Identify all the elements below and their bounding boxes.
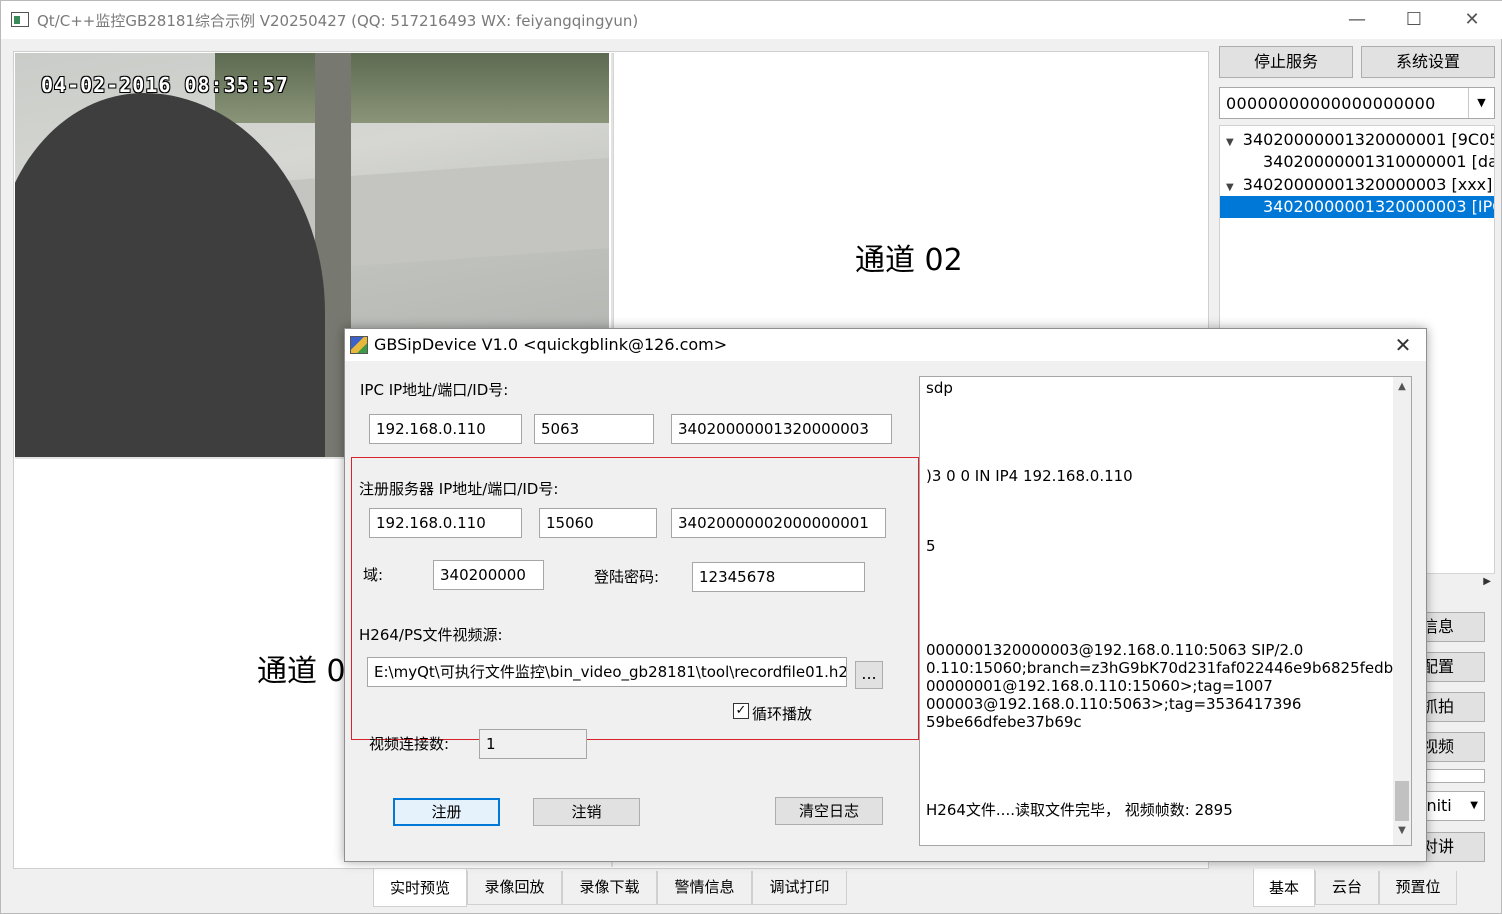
side-button-label: 抓拍	[1425, 697, 1455, 716]
server-id-field[interactable]: 34020000002000000001	[671, 508, 886, 538]
tree-item-label: 34020000001320000001 [9C050	[1242, 130, 1495, 149]
minimize-button[interactable]: —	[1328, 1, 1386, 39]
ipc-id-field[interactable]: 34020000001320000003	[671, 414, 892, 444]
tree-item-label: 34020000001320000003 [xxx]	[1242, 175, 1493, 194]
side-button-label: 对讲	[1425, 837, 1455, 856]
video-source-label: H264/PS文件视频源:	[359, 626, 503, 644]
chevron-down-icon[interactable]: ▼	[1468, 88, 1494, 118]
log-line: sdp	[926, 379, 953, 397]
log-line: )3 0 0 IN IP4 192.168.0.110	[926, 467, 1133, 485]
window-title: Qt/C++监控GB28181综合示例 V20250427 (QQ: 51721…	[37, 12, 639, 30]
tab-live-preview[interactable]: 实时预览	[373, 869, 467, 907]
side-combo[interactable]: initi ▼	[1425, 791, 1485, 821]
tree-item-label: 34020000001310000001 [dah	[1263, 152, 1495, 171]
ipc-label: IPC IP地址/端口/ID号:	[360, 381, 509, 399]
system-settings-button[interactable]: 系统设置	[1361, 46, 1495, 78]
log-vertical-scrollbar[interactable]: ▲ ▼	[1393, 377, 1411, 845]
side-video-button[interactable]: 视频	[1425, 732, 1485, 762]
device-id-value: 00000000000000000000	[1226, 94, 1436, 113]
dialog-title: GBSipDevice V1.0 <quickgblink@126.com>	[374, 335, 728, 354]
tree-item[interactable]: ▼ 34020000001320000001 [9C050	[1220, 129, 1495, 151]
dialog-app-icon	[350, 336, 368, 354]
ipc-ip-field[interactable]: 192.168.0.110	[369, 414, 522, 444]
log-textarea[interactable]: sdp )3 0 0 IN IP4 192.168.0.110 5 000000…	[919, 376, 1412, 846]
scroll-right-icon[interactable]: ▶	[1483, 576, 1491, 587]
tab-basic[interactable]: 基本	[1253, 869, 1315, 907]
tab-debug[interactable]: 调试打印	[752, 871, 847, 905]
video-source-path-field[interactable]: E:\myQt\可执行文件监控\bin_video_gb28181\tool\r…	[367, 657, 847, 687]
video-timestamp: 04-02-2016 08:35:57	[41, 73, 289, 97]
clear-log-button[interactable]: 清空日志	[775, 797, 883, 825]
scroll-up-icon[interactable]: ▲	[1395, 381, 1409, 392]
side-button-label: 信息	[1425, 617, 1455, 636]
main-window: Qt/C++监控GB28181综合示例 V20250427 (QQ: 51721…	[0, 0, 1502, 914]
domain-field[interactable]: 340200000	[433, 560, 544, 590]
tree-item[interactable]: 34020000001310000001 [dah	[1220, 151, 1495, 173]
dialog-titlebar: GBSipDevice V1.0 <quickgblink@126.com> ✕	[345, 329, 1426, 361]
highlight-box	[351, 457, 919, 740]
loop-label: 循环播放	[752, 705, 813, 723]
tab-preset[interactable]: 预置位	[1379, 871, 1457, 905]
connections-label: 视频连接数:	[369, 735, 450, 753]
ipc-port-field[interactable]: 5063	[534, 414, 654, 444]
stop-service-button[interactable]: 停止服务	[1219, 46, 1353, 78]
app-icon	[11, 12, 29, 27]
unregister-button[interactable]: 注销	[533, 798, 640, 826]
side-config-button[interactable]: 配置	[1425, 652, 1485, 682]
titlebar: Qt/C++监控GB28181综合示例 V20250427 (QQ: 51721…	[1, 1, 1502, 39]
server-ip-field[interactable]: 192.168.0.110	[369, 508, 522, 538]
loop-checkbox[interactable]: ✓	[733, 703, 749, 719]
connections-field[interactable]: 1	[479, 729, 587, 759]
tab-ptz[interactable]: 云台	[1315, 871, 1379, 905]
register-button[interactable]: 注册	[393, 798, 500, 826]
channel-2-label: 通道 02	[855, 243, 963, 278]
side-button-label: 视频	[1425, 737, 1455, 756]
device-id-combo[interactable]: 00000000000000000000 ▼	[1219, 87, 1495, 119]
side-combo-value: initi	[1426, 796, 1452, 815]
expand-arrow-icon[interactable]: ▼	[1226, 182, 1234, 193]
tab-playback[interactable]: 录像回放	[467, 871, 562, 905]
side-button-label: 配置	[1425, 657, 1455, 676]
log-line: 5	[926, 537, 936, 555]
gbsip-device-dialog: GBSipDevice V1.0 <quickgblink@126.com> ✕…	[344, 328, 1427, 862]
side-talk-button[interactable]: 对讲	[1425, 832, 1485, 862]
password-field[interactable]: 12345678	[692, 562, 865, 592]
expand-arrow-icon[interactable]: ▼	[1226, 137, 1234, 148]
side-progress-bar	[1425, 769, 1485, 783]
side-snapshot-button[interactable]: 抓拍	[1425, 692, 1485, 722]
log-line: 000003@192.168.0.110:5063>;tag=353641739…	[926, 695, 1302, 713]
log-line: 0000001320000003@192.168.0.110:5063 SIP/…	[926, 641, 1304, 659]
password-label: 登陆密码:	[594, 568, 660, 586]
tab-download[interactable]: 录像下载	[562, 871, 657, 905]
browse-button[interactable]: ...	[855, 661, 883, 689]
log-line: 0.110:15060;branch=z3hG9bK70d231faf02244…	[926, 659, 1412, 677]
maximize-button[interactable]: ☐	[1385, 1, 1443, 39]
video-frame-person	[15, 93, 325, 457]
server-port-field[interactable]: 15060	[539, 508, 657, 538]
side-info-button[interactable]: 信息	[1425, 612, 1485, 642]
log-line: H264文件....读取文件完毕， 视频帧数: 2895	[926, 801, 1233, 819]
dialog-close-icon[interactable]: ✕	[1388, 331, 1418, 359]
channel-3-label: 通道 0	[257, 654, 346, 689]
scroll-down-icon[interactable]: ▼	[1395, 825, 1409, 836]
chevron-down-icon: ▼	[1470, 800, 1478, 811]
domain-label: 域:	[363, 566, 384, 584]
close-button[interactable]: ✕	[1443, 1, 1501, 39]
tree-item-label: 34020000001320000003 [IPC]	[1263, 197, 1495, 216]
tab-alarms[interactable]: 警情信息	[657, 871, 752, 905]
tree-item[interactable]: ▼ 34020000001320000003 [xxx]	[1220, 174, 1494, 196]
log-line: 00000001@192.168.0.110:15060>;tag=1007	[926, 677, 1273, 695]
tree-item-selected[interactable]: 34020000001320000003 [IPC]	[1220, 196, 1495, 218]
log-line: 59be66dfebe37b69c	[926, 713, 1082, 731]
server-label: 注册服务器 IP地址/端口/ID号:	[359, 480, 559, 498]
scroll-thumb[interactable]	[1395, 781, 1409, 821]
